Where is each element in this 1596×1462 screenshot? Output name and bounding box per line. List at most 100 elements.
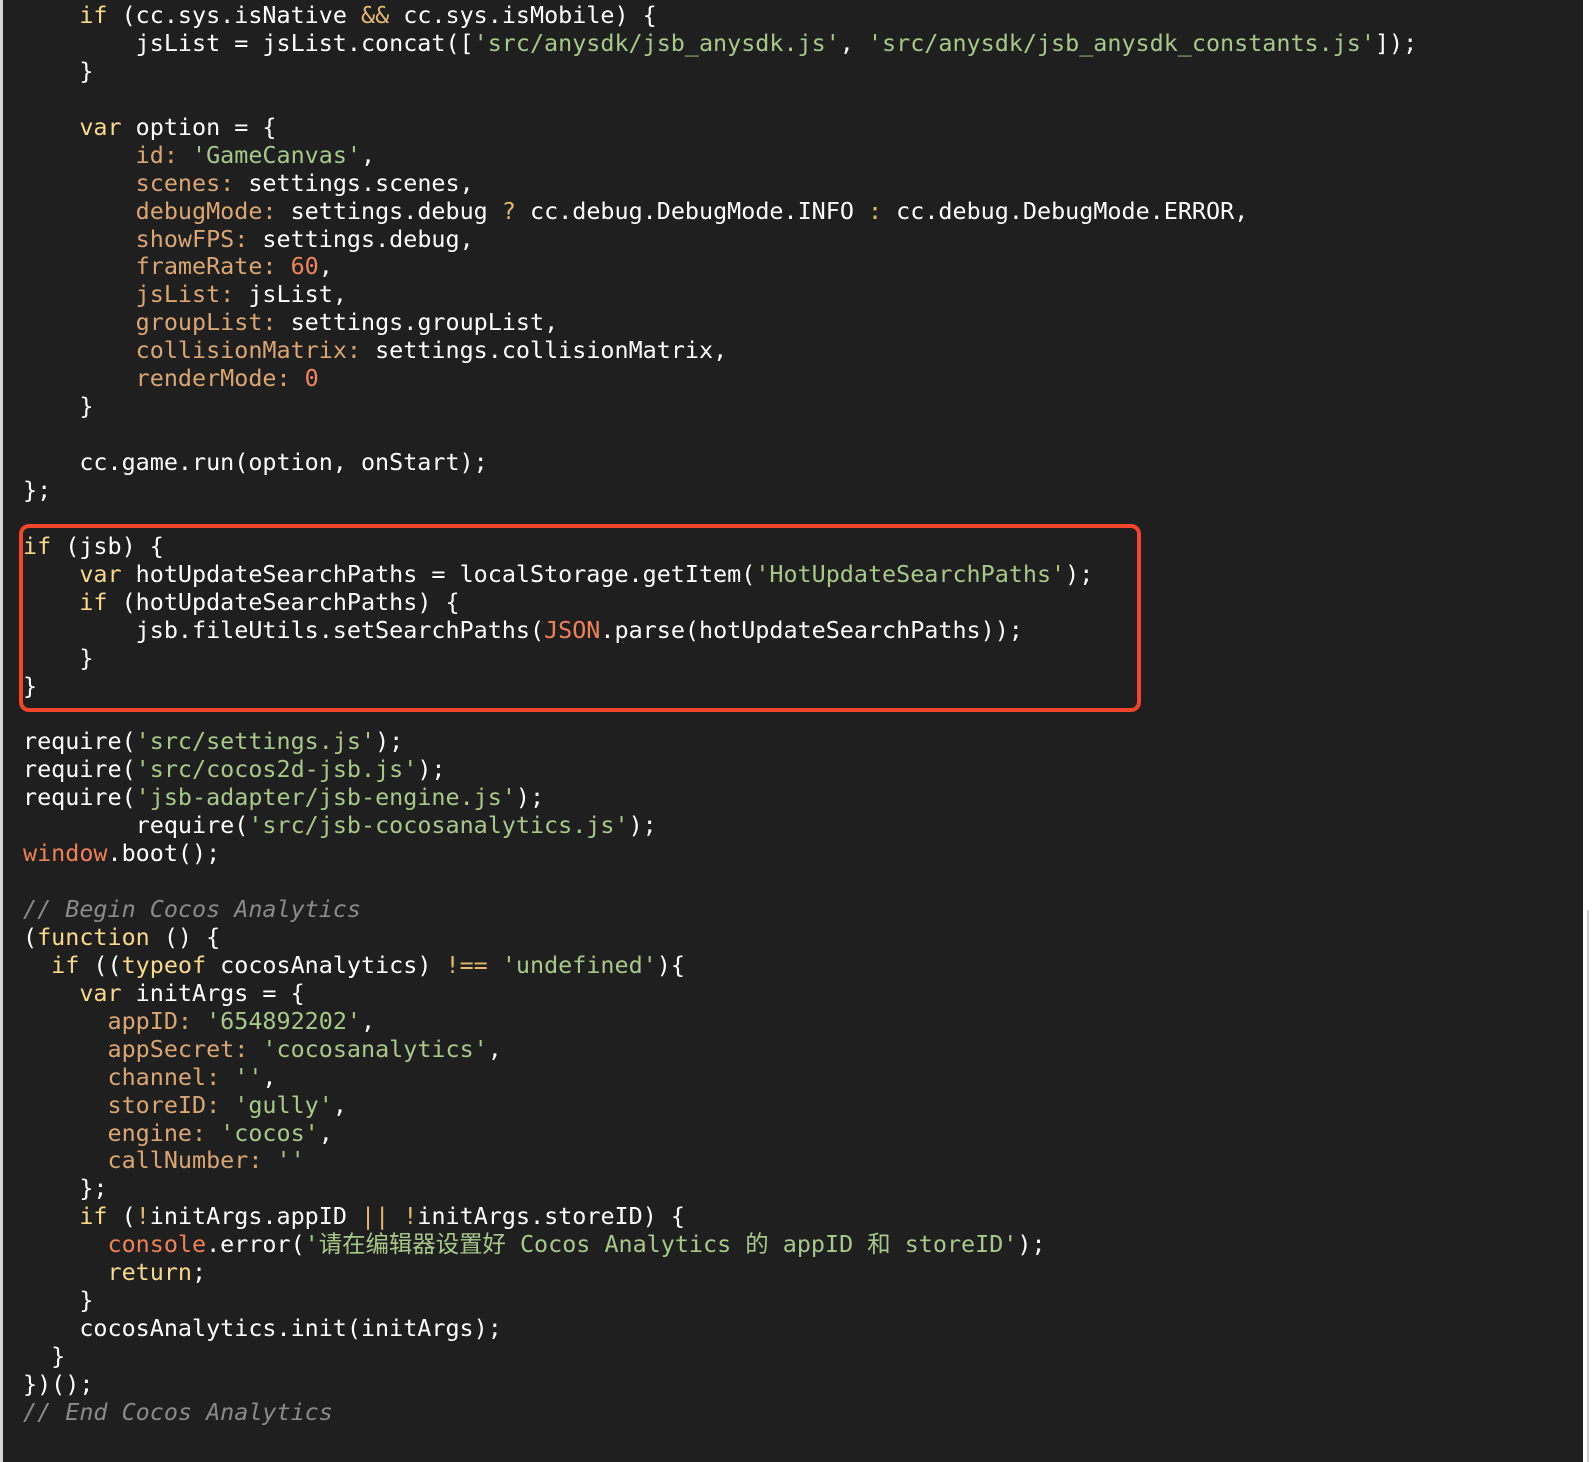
- code-token: (cc.sys.isNative: [107, 1, 361, 29]
- code-line: engine: 'cocos',: [23, 1118, 1417, 1148]
- code-token: );: [1017, 1230, 1046, 1259]
- code-token: var: [79, 559, 122, 588]
- code-token: 'gully': [234, 1090, 333, 1119]
- code-token: :: [234, 1034, 263, 1063]
- code-token: );: [515, 783, 545, 812]
- code-token: ,: [361, 140, 376, 169]
- code-line: }: [23, 56, 1417, 86]
- code-line: if (hotUpdateSearchPaths) {: [23, 587, 1417, 617]
- code-line: channel: '',: [23, 1062, 1417, 1092]
- code-token: require(: [23, 755, 136, 784]
- code-token: }: [23, 643, 94, 672]
- code-token: ?: [501, 196, 516, 225]
- code-line: if (jsb) {: [23, 532, 1417, 561]
- code-token: hotUpdateSearchPaths = localStorage.getI…: [121, 559, 756, 588]
- code-token: }: [23, 1286, 94, 1315]
- code-line: var option = {: [23, 113, 1417, 142]
- code-token: function: [37, 922, 150, 951]
- code-line: collisionMatrix: settings.collisionMatri…: [23, 336, 1417, 365]
- code-token: settings.collisionMatrix,: [375, 336, 728, 365]
- code-token: storeID: [107, 1090, 207, 1119]
- code-token: ||: [361, 1202, 390, 1231]
- code-token: settings.groupList,: [290, 308, 559, 337]
- code-token: frameRate: [135, 252, 263, 281]
- code-token: 'HotUpdateSearchPaths': [755, 559, 1066, 588]
- code-token: :: [262, 308, 291, 337]
- code-token: !: [135, 1202, 150, 1231]
- code-token: 'src/anysdk/jsb_anysdk.js': [473, 28, 840, 57]
- code-token: );: [628, 811, 657, 840]
- code-line: appID: '654892202',: [23, 1006, 1417, 1036]
- code-token: jsList,: [248, 280, 347, 309]
- code-token: })();: [23, 1369, 94, 1398]
- code-listing[interactable]: if (cc.sys.isNative && cc.sys.isMobile) …: [23, 1, 1418, 1427]
- code-token: };: [23, 1174, 108, 1203]
- code-token: cc.sys.isMobile) {: [389, 1, 657, 29]
- code-token: :: [346, 336, 376, 365]
- code-token: showFPS: [135, 224, 235, 253]
- code-token: var: [79, 978, 122, 1007]
- code-line: jsList = jsList.concat(['src/anysdk/jsb_…: [23, 28, 1418, 58]
- code-line: renderMode: 0: [23, 364, 1417, 393]
- code-token: :: [206, 1090, 235, 1119]
- code-token: jsList = jsList.concat([: [23, 28, 474, 57]
- code-token: renderMode: [135, 364, 277, 393]
- code-token: require(: [23, 811, 249, 840]
- code-token: 'undefined': [501, 950, 657, 979]
- code-line: }: [23, 643, 1417, 673]
- code-token: 'src/settings.js': [135, 727, 376, 756]
- code-token: }: [23, 56, 94, 85]
- code-token: if: [79, 587, 108, 616]
- code-token: ){: [656, 950, 685, 979]
- code-token: () {: [149, 922, 221, 951]
- code-line: window.boot();: [23, 839, 1417, 868]
- code-token: appID: [107, 1006, 178, 1035]
- scrollbar-gutter[interactable]: [1583, 0, 1596, 1462]
- code-token: ,: [839, 28, 868, 57]
- code-token: }: [23, 1342, 66, 1370]
- code-token: jsList: [135, 280, 221, 309]
- code-token: 'jsb-adapter/jsb-engine.js': [135, 783, 516, 812]
- code-token: :: [262, 196, 291, 225]
- code-line: // Begin Cocos Analytics: [23, 895, 1417, 924]
- code-token: settings.debug: [290, 196, 502, 225]
- code-token: cc.debug.DebugMode.ERROR,: [882, 196, 1249, 225]
- code-line: callNumber: '': [23, 1146, 1417, 1175]
- code-line: scenes: settings.scenes,: [23, 169, 1417, 198]
- code-token: 'cocos': [220, 1118, 319, 1147]
- code-line: }: [23, 392, 1417, 421]
- code-token: '': [276, 1146, 305, 1175]
- code-token: console: [107, 1230, 207, 1259]
- code-token: !==: [445, 950, 488, 979]
- code-line: };: [23, 476, 1417, 505]
- code-token: JSON: [544, 615, 601, 644]
- code-line: var initArgs = {: [23, 978, 1417, 1008]
- code-token: ]);: [1374, 28, 1418, 57]
- code-token: engine: [107, 1118, 193, 1147]
- code-token: );: [375, 727, 404, 756]
- code-token: initArgs = {: [121, 978, 305, 1007]
- code-editor[interactable]: if (cc.sys.isNative && cc.sys.isMobile) …: [0, 0, 1583, 1462]
- code-line: console.error('请在编辑器设置好 Cocos Analytics …: [23, 1230, 1417, 1259]
- code-token: '': [234, 1062, 263, 1091]
- code-token: cocosAnalytics.init(initArgs);: [23, 1314, 502, 1343]
- code-token: initArgs.storeID) {: [417, 1202, 685, 1231]
- code-token: '请在编辑器设置好 Cocos Analytics 的 appID 和 stor…: [304, 1230, 1018, 1259]
- code-token: (: [23, 922, 38, 951]
- code-token: initArgs.appID: [149, 1202, 362, 1231]
